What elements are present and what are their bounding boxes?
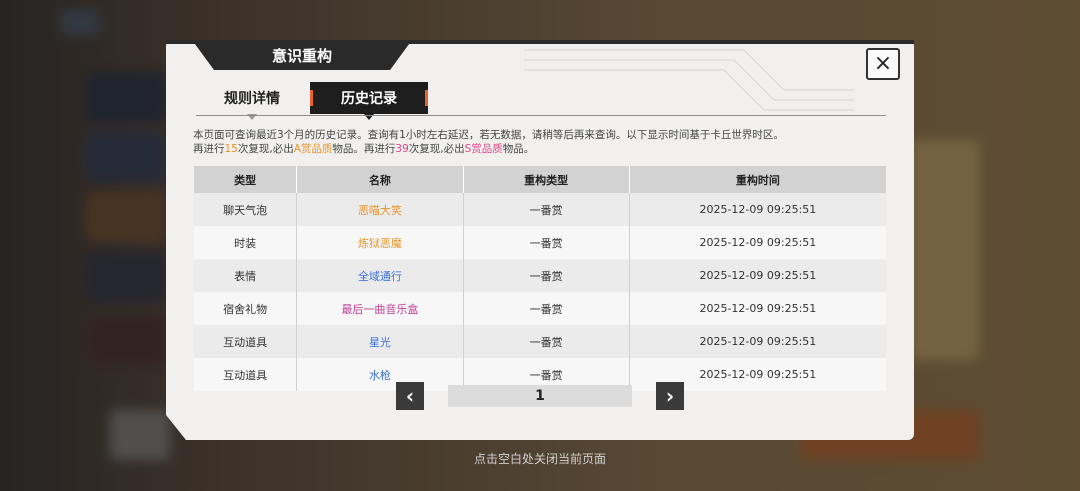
header-time: 重构时间 (629, 166, 886, 193)
chevron-left-icon: ‹ (405, 384, 415, 408)
notice-text-segment: 物品。再进行 (332, 143, 396, 155)
tabs-divider (196, 115, 886, 116)
notice-text-segment: 次复现,必出 (237, 143, 294, 155)
table-row: 时装 炼狱恶魔 一番赏 2025-12-09 09:25:51 (194, 226, 886, 259)
pity-count-s: 39 (395, 143, 409, 155)
page-number: 1 (448, 385, 632, 407)
cell-time: 2025-12-09 09:25:51 (629, 292, 886, 325)
chevron-right-icon: › (665, 384, 675, 408)
tab-bar: 规则详情 历史记录 (206, 82, 428, 120)
cell-name: 全域通行 (296, 259, 464, 292)
cell-kind: 一番赏 (463, 325, 630, 358)
cell-kind: 一番赏 (463, 226, 630, 259)
cell-type: 互动道具 (194, 358, 298, 391)
pity-count-a: 15 (224, 143, 238, 155)
header-name: 名称 (296, 166, 464, 193)
decorative-lines (524, 49, 854, 111)
notice-text-segment: 再进行 (193, 143, 225, 155)
cell-name: 星光 (296, 325, 464, 358)
tab-rules[interactable]: 规则详情 (206, 82, 298, 120)
table-row: 宿舍礼物 最后一曲音乐盒 一番赏 2025-12-09 09:25:51 (194, 292, 886, 325)
cell-type: 宿舍礼物 (194, 292, 298, 325)
dialog-title: 意识重构 (192, 40, 412, 70)
pagination: ‹ 1 › (396, 382, 684, 410)
tab-history[interactable]: 历史记录 (310, 82, 428, 120)
close-button[interactable]: × (866, 48, 900, 80)
table-body: 聊天气泡 恶喵大笑 一番赏 2025-12-09 09:25:51 时装 炼狱恶魔 一番赏… (194, 193, 886, 391)
notice-text: 本页面可查询最近3个月的历史记录。查询有1小时左右延迟，若无数据，请稍等后再来查… (193, 128, 784, 156)
cell-time: 2025-12-09 09:25:51 (629, 193, 886, 226)
table-row: 互动道具 星光 一番赏 2025-12-09 09:25:51 (194, 325, 886, 358)
cell-name: 炼狱恶魔 (296, 226, 464, 259)
cell-time: 2025-12-09 09:25:51 (629, 226, 886, 259)
history-dialog: 意识重构 × 规则详情 历史记录 本页面可查询最近3个月的历史记录。查询有1小时… (166, 40, 914, 440)
cell-kind: 一番赏 (463, 193, 630, 226)
notice-line-1: 本页面可查询最近3个月的历史记录。查询有1小时左右延迟，若无数据，请稍等后再来查… (193, 129, 784, 141)
cell-time: 2025-12-09 09:25:51 (629, 325, 886, 358)
close-icon: × (873, 51, 893, 76)
quality-s-label: S赏品质 (464, 143, 503, 155)
cell-type: 时装 (194, 226, 298, 259)
close-hint: 点击空白处关闭当前页面 (473, 452, 606, 466)
header-type: 类型 (194, 166, 298, 193)
notice-line-2: 再进行15次复现,必出A赏品质物品。再进行39次复现,必出S赏品质物品。 (193, 142, 784, 156)
table-row: 表情 全域通行 一番赏 2025-12-09 09:25:51 (194, 259, 886, 292)
header-kind: 重构类型 (463, 166, 630, 193)
tab-rules-label: 规则详情 (224, 91, 280, 107)
table-header-row: 类型 名称 重构类型 重构时间 (194, 166, 886, 193)
cell-name: 恶喵大笑 (296, 193, 464, 226)
quality-a-label: A赏品质 (293, 143, 333, 155)
cell-time: 2025-12-09 09:25:51 (629, 259, 886, 292)
history-table: 类型 名称 重构类型 重构时间 聊天气泡 恶喵大笑 一番赏 2025-12-09 09… (194, 166, 886, 391)
cell-type: 表情 (194, 259, 298, 292)
cell-name: 最后一曲音乐盒 (296, 292, 464, 325)
notice-text-segment: 次复现,必出 (408, 143, 465, 155)
cell-type: 聊天气泡 (194, 193, 298, 226)
prev-page-button[interactable]: ‹ (396, 382, 424, 410)
tab-history-label: 历史记录 (341, 91, 397, 107)
cell-kind: 一番赏 (463, 292, 630, 325)
notice-text-segment: 物品。 (502, 143, 535, 155)
cell-kind: 一番赏 (463, 259, 630, 292)
next-page-button[interactable]: › (656, 382, 684, 410)
cell-type: 互动道具 (194, 325, 298, 358)
table-row: 聊天气泡 恶喵大笑 一番赏 2025-12-09 09:25:51 (194, 193, 886, 226)
